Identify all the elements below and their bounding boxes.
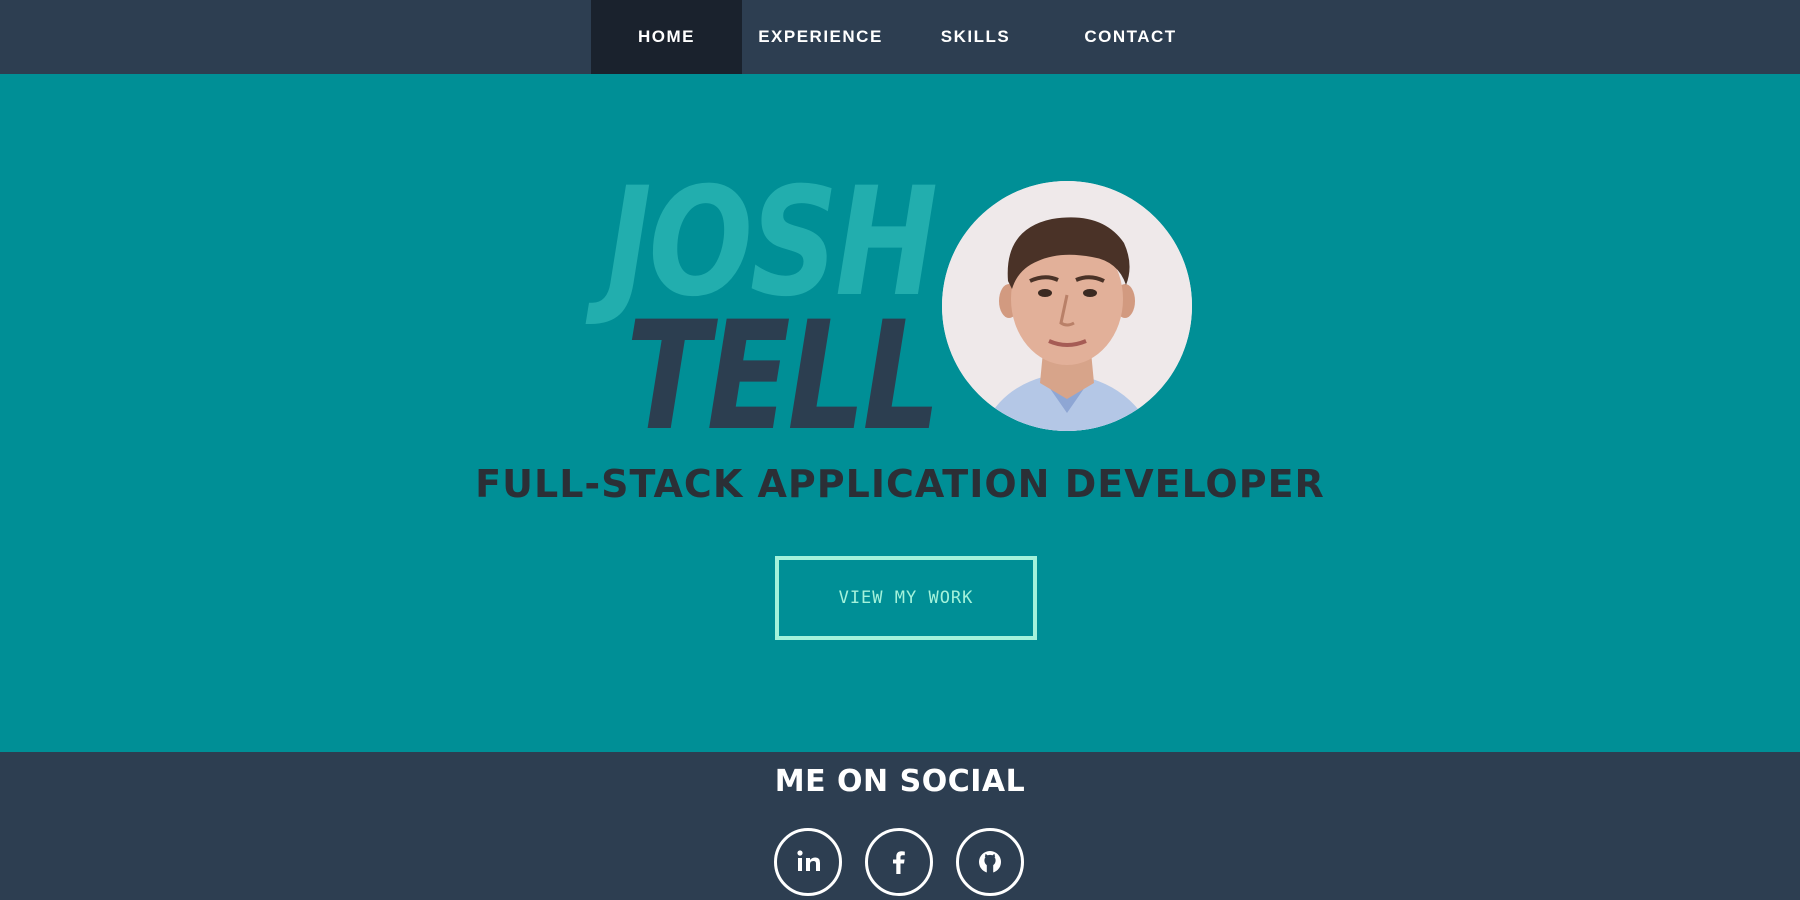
nav-item-skills[interactable]: SKILLS xyxy=(900,0,1051,74)
nav-item-experience[interactable]: EXPERIENCE xyxy=(745,0,896,74)
nav-item-contact[interactable]: CONTACT xyxy=(1055,0,1206,74)
social-title: ME ON SOCIAL xyxy=(774,764,1026,799)
github-icon xyxy=(979,851,1001,873)
job-title: FULL-STACK APPLICATION DEVELOPER xyxy=(475,462,1325,506)
linkedin-button[interactable] xyxy=(774,828,842,896)
github-button[interactable] xyxy=(956,828,1024,896)
facebook-icon xyxy=(893,851,905,874)
last-name: TELL xyxy=(626,290,941,464)
avatar xyxy=(942,181,1192,431)
social-section: ME ON SOCIAL xyxy=(0,752,1800,900)
facebook-button[interactable] xyxy=(865,828,933,896)
linkedin-icon xyxy=(797,850,820,871)
view-my-work-button[interactable]: VIEW MY WORK xyxy=(775,556,1037,640)
top-navigation: HOME EXPERIENCE SKILLS CONTACT xyxy=(0,0,1800,74)
hero-section: JOSH TELL FULL-STACK APPLICATION DEVELOP… xyxy=(0,74,1800,752)
profile-photo-icon xyxy=(942,181,1192,431)
nav-item-home[interactable]: HOME xyxy=(591,0,742,74)
